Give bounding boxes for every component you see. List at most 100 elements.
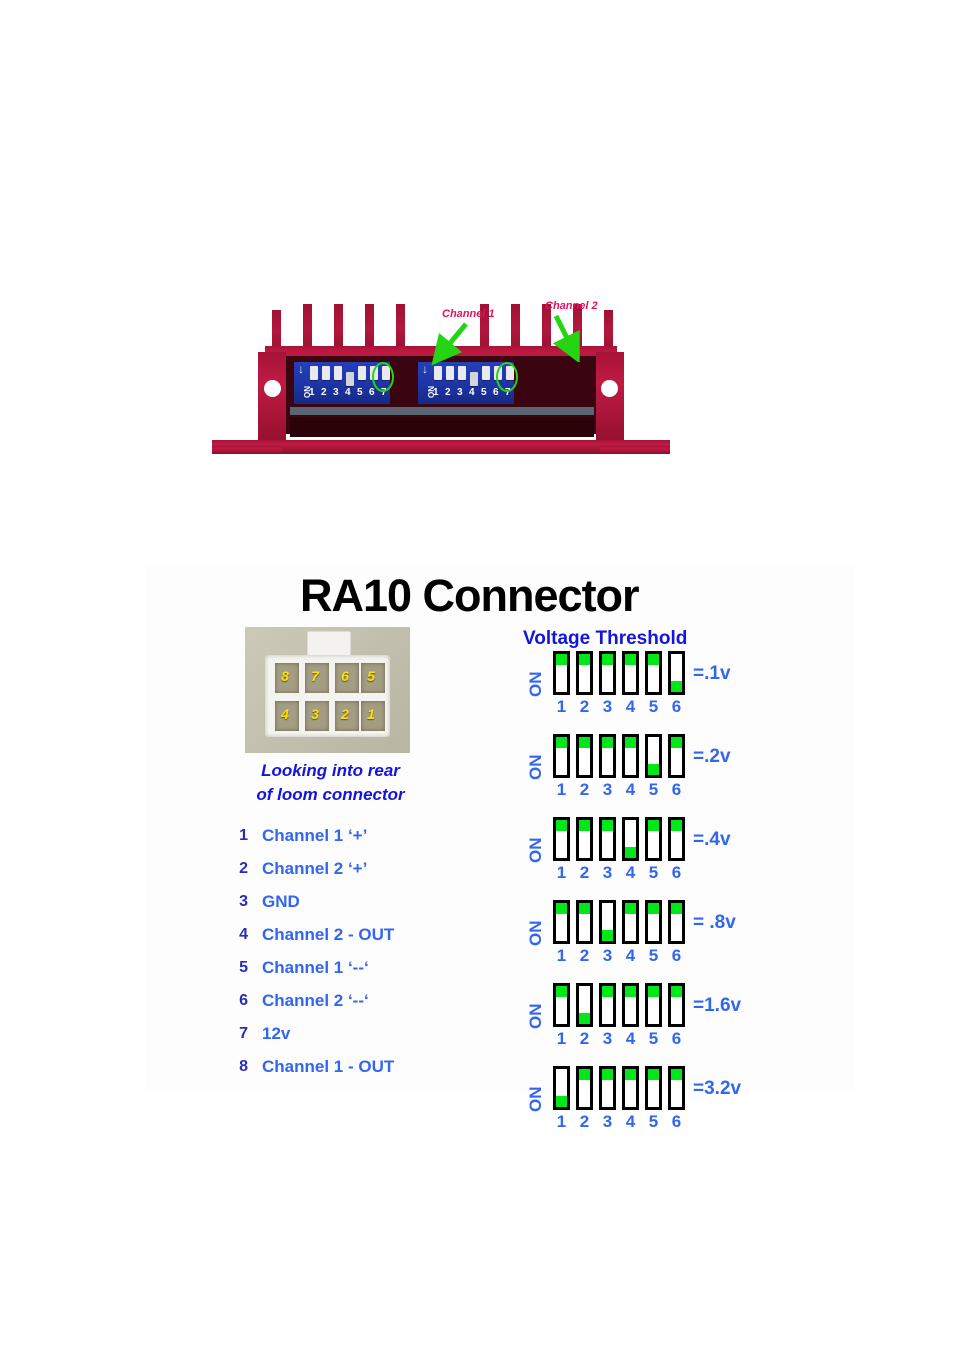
dip-lever[interactable] — [310, 366, 318, 380]
dip-switch[interactable]: 6 — [668, 983, 689, 1048]
dip-lever[interactable] — [346, 372, 354, 386]
dip-switch-body[interactable] — [599, 1066, 616, 1110]
dip-switch-body[interactable] — [622, 983, 639, 1027]
dip-switch[interactable]: 3 — [599, 1066, 620, 1131]
dip-switch[interactable]: 4 — [622, 900, 643, 965]
dip-switch-knob[interactable] — [648, 764, 659, 775]
dip-switch-body[interactable] — [668, 734, 685, 778]
dip-switch[interactable]: 6 — [668, 651, 689, 716]
dip-switch[interactable]: 3 — [599, 900, 620, 965]
dip-switch-body[interactable] — [668, 651, 685, 695]
dip-switch[interactable]: 3 — [599, 651, 620, 716]
dip-switch[interactable]: 2 — [576, 734, 597, 799]
dip-switch-knob[interactable] — [556, 737, 567, 748]
dip-switch[interactable]: 1 — [553, 900, 574, 965]
dip-switch-body[interactable] — [576, 983, 593, 1027]
dip-switch[interactable]: 5 — [645, 983, 666, 1048]
dip-switch[interactable]: 2 — [576, 817, 597, 882]
dip-switch[interactable]: 5 — [645, 900, 666, 965]
dip-switch-knob[interactable] — [648, 820, 659, 831]
dip-switch[interactable]: 4 — [622, 651, 643, 716]
dip-switch-body[interactable] — [576, 1066, 593, 1110]
dip-switch-body[interactable] — [622, 817, 639, 861]
dip-switch[interactable]: 1 — [553, 1066, 574, 1131]
dip-switch-body[interactable] — [599, 651, 616, 695]
dip-switch-knob[interactable] — [579, 1069, 590, 1080]
dip-switch-body[interactable] — [645, 983, 662, 1027]
dip-switch-body[interactable] — [645, 734, 662, 778]
dip-switch-body[interactable] — [622, 1066, 639, 1110]
dip-switch-body[interactable] — [645, 817, 662, 861]
dip-switch[interactable]: 6 — [668, 900, 689, 965]
dip-switch[interactable]: 6 — [668, 1066, 689, 1131]
dip-switch-body[interactable] — [622, 900, 639, 944]
dip-switch[interactable]: 2 — [576, 900, 597, 965]
dip-switch-knob[interactable] — [648, 1069, 659, 1080]
dip-switch-body[interactable] — [622, 734, 639, 778]
dip-lever[interactable] — [358, 366, 366, 380]
dip-switch-body[interactable] — [576, 817, 593, 861]
dip-switch-knob[interactable] — [625, 1069, 636, 1080]
dip-switch-body[interactable] — [599, 734, 616, 778]
dip-switch[interactable]: 4 — [622, 817, 643, 882]
dip-switch-knob[interactable] — [671, 820, 682, 831]
dip-switch-knob[interactable] — [556, 820, 567, 831]
dip-lever[interactable] — [470, 372, 478, 386]
dip-switch-body[interactable] — [668, 900, 685, 944]
dip-switch-knob[interactable] — [671, 681, 682, 692]
dip-switch[interactable]: 3 — [599, 734, 620, 799]
dip-switch[interactable]: 5 — [645, 651, 666, 716]
dip-switch[interactable]: 5 — [645, 1066, 666, 1131]
dip-switch[interactable]: 1 — [553, 651, 574, 716]
dip-switch[interactable]: 5 — [645, 734, 666, 799]
dip-switch-knob[interactable] — [579, 1013, 590, 1024]
dip-switch[interactable]: 6 — [668, 734, 689, 799]
dip-switch-body[interactable] — [599, 817, 616, 861]
dip-switch[interactable]: 1 — [553, 983, 574, 1048]
dip-switch-knob[interactable] — [671, 737, 682, 748]
dip-switch-body[interactable] — [553, 1066, 570, 1110]
dip-switch[interactable]: 4 — [622, 983, 643, 1048]
dip-switch-body[interactable] — [645, 1066, 662, 1110]
dip-switch[interactable]: 3 — [599, 817, 620, 882]
dip-switch-knob[interactable] — [556, 986, 567, 997]
dip-switch-knob[interactable] — [556, 654, 567, 665]
dip-switch-knob[interactable] — [602, 654, 613, 665]
dip-switch-body[interactable] — [553, 651, 570, 695]
dip-switch-knob[interactable] — [579, 654, 590, 665]
dip-switch-knob[interactable] — [671, 903, 682, 914]
dip-switch[interactable]: 3 — [599, 983, 620, 1048]
dip-switch-knob[interactable] — [625, 737, 636, 748]
dip-switch-body[interactable] — [668, 817, 685, 861]
dip-switch-knob[interactable] — [625, 654, 636, 665]
dip-switch[interactable]: 1 — [553, 817, 574, 882]
dip-switch[interactable]: 4 — [622, 1066, 643, 1131]
dip-switch-knob[interactable] — [671, 1069, 682, 1080]
dip-switch[interactable]: 4 — [622, 734, 643, 799]
dip-switch-body[interactable] — [668, 983, 685, 1027]
dip-switch-knob[interactable] — [602, 820, 613, 831]
dip-switch-body[interactable] — [576, 734, 593, 778]
dip-switch-knob[interactable] — [625, 986, 636, 997]
dip-switch-knob[interactable] — [671, 986, 682, 997]
dip-switch-knob[interactable] — [556, 903, 567, 914]
dip-switch-body[interactable] — [553, 900, 570, 944]
dip-switch-body[interactable] — [599, 983, 616, 1027]
dip-switch-body[interactable] — [553, 817, 570, 861]
dip-switch-knob[interactable] — [579, 903, 590, 914]
dip-switch[interactable]: 1 — [553, 734, 574, 799]
dip-switch-knob[interactable] — [579, 737, 590, 748]
dip-switch[interactable]: 2 — [576, 983, 597, 1048]
dip-switch-knob[interactable] — [602, 737, 613, 748]
dip-switch-body[interactable] — [553, 983, 570, 1027]
dip-switch-knob[interactable] — [602, 1069, 613, 1080]
dip-switch[interactable]: 2 — [576, 1066, 597, 1131]
dip-switch-knob[interactable] — [625, 903, 636, 914]
dip-switch-body[interactable] — [668, 1066, 685, 1110]
dip-switch[interactable]: 2 — [576, 651, 597, 716]
dip-switch-body[interactable] — [645, 651, 662, 695]
dip-switch-body[interactable] — [553, 734, 570, 778]
dip-switch-body[interactable] — [599, 900, 616, 944]
dip-lever[interactable] — [482, 366, 490, 380]
dip-switch-knob[interactable] — [602, 986, 613, 997]
